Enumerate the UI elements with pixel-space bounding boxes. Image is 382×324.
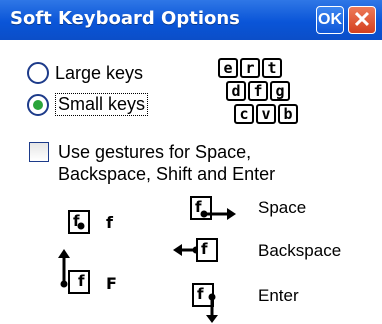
preview-key: r [240,58,260,78]
gestures-label-line2: Backspace, Shift and Enter [58,164,276,184]
preview-key: g [270,81,290,101]
gesture-result-lowercase: f [106,213,113,232]
radio-small-keys-label: Small keys [55,93,149,116]
gesture-result-uppercase: F [106,274,117,293]
gestures-checkbox[interactable] [29,142,49,162]
swipe-down-arrow-icon [206,293,218,323]
swipe-right-arrow-icon [200,208,236,220]
radio-large-keys-label: Large keys [55,62,144,83]
gesture-key-letter: f [201,240,208,258]
preview-key: c [234,104,254,124]
gestures-checkbox-label[interactable]: Use gestures for Space, Backspace, Shift… [58,141,358,185]
gesture-key-letter: f [197,285,204,303]
preview-key: v [256,104,276,124]
title-bar: Soft Keyboard Options OK ✕ [0,0,382,40]
radio-large-keys-indicator[interactable] [27,62,49,84]
ok-button[interactable]: OK [316,6,344,34]
radio-small-keys[interactable]: Small keys [27,93,149,116]
preview-key: t [262,58,282,78]
soft-keyboard-options-dialog: Soft Keyboard Options OK ✕ Large keys Sm… [0,0,382,324]
swipe-up-arrow-icon [58,249,70,288]
radio-large-keys[interactable]: Large keys [27,62,143,84]
radio-small-keys-indicator[interactable] [27,93,49,116]
preview-key: b [278,104,298,124]
gesture-backspace-key: f [196,238,218,262]
close-button[interactable]: ✕ [348,6,376,34]
gesture-result-space: Space [258,198,307,217]
gesture-result-backspace: Backspace [258,241,342,260]
tap-dot-icon [77,222,85,230]
gesture-result-enter: Enter [258,286,299,305]
preview-key: e [218,58,238,78]
preview-key: f [248,81,268,101]
gesture-key-letter: f [78,272,85,290]
window-title: Soft Keyboard Options [10,8,240,29]
gestures-label-line1: Use gestures for Space, [58,142,252,162]
preview-key: d [226,81,246,101]
